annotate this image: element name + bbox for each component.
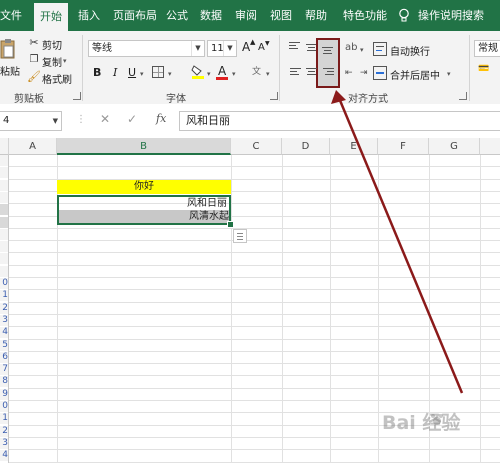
paw-icon [430, 412, 444, 426]
annotation-arrow [331, 90, 464, 394]
watermark-logo: Bai 经验 [382, 412, 461, 434]
